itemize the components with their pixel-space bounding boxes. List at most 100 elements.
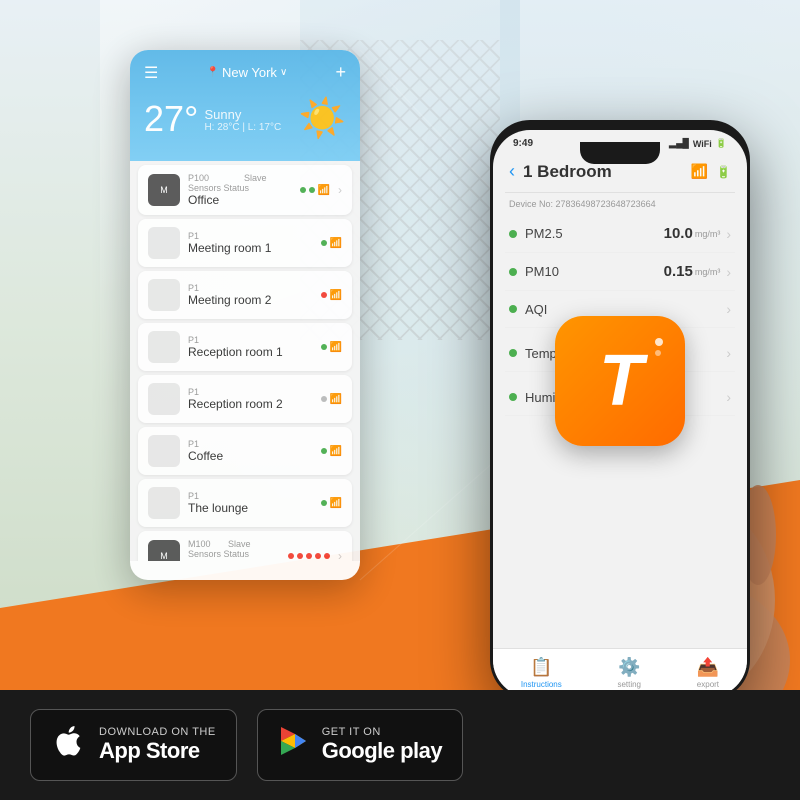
item-meta: P1 — [188, 491, 313, 501]
location-label: 📍 New York ∨ — [207, 65, 288, 80]
wifi-icon: 📶 — [330, 498, 342, 509]
weather-display: 27° Sunny H: 28°C | L: 17°C ☀️ — [144, 93, 346, 145]
room-name: Meeting room 1 — [188, 241, 313, 255]
list-item-home[interactable]: M M100 Slave Sensors Status Home › — [138, 531, 352, 561]
app-logo: T — [555, 316, 685, 446]
weather-range: H: 28°C | L: 17°C — [204, 122, 281, 133]
status-dot — [321, 396, 327, 402]
logo-dots — [655, 338, 663, 356]
sensor-pm25[interactable]: PM2.5 10.0 mg/m³ › — [505, 215, 735, 253]
item-meta: P1 — [188, 387, 313, 397]
add-icon: + — [335, 62, 346, 83]
status-dot-2 — [309, 187, 315, 193]
logo-section: T AQI › Temper... › — [505, 291, 735, 471]
item-meta: P1 — [188, 335, 313, 345]
device-icon — [148, 227, 180, 259]
status-dot — [321, 292, 327, 298]
left-phone-mockup: ☰ 📍 New York ∨ + 27° Sunny H: 28°C | L: … — [130, 50, 360, 580]
logo-dot-2 — [655, 350, 661, 356]
settings-icon: ⚙️ — [618, 657, 640, 678]
device-icon: M — [148, 174, 180, 206]
room-name: The lounge — [188, 501, 313, 515]
item-meta: P100 Slave Sensors Status — [188, 173, 292, 193]
temperature: 27° — [144, 101, 198, 137]
signal-icon: ▂▄█ — [669, 138, 689, 149]
list-item-meeting2[interactable]: P1 Meeting room 2 📶 — [138, 271, 352, 319]
sensor-unit: mg/m³ — [695, 267, 721, 277]
status-dot — [321, 344, 327, 350]
room-name: Coffee — [188, 449, 313, 463]
item-meta: P1 — [188, 231, 313, 241]
nav-label: export — [697, 680, 719, 689]
sensor-label: PM10 — [525, 264, 664, 279]
appstore-badge[interactable]: Download on the App Store — [30, 709, 237, 781]
device-icon — [148, 383, 180, 415]
status-dot — [321, 500, 327, 506]
wifi-status-icon: WiFi — [693, 139, 712, 149]
wifi-icon: 📶 — [330, 290, 342, 301]
nav-label: setting — [617, 680, 641, 689]
nav-label: Instructions — [521, 680, 562, 689]
room-list: M P100 Slave Sensors Status Office 📶 › P… — [130, 161, 360, 561]
nav-export[interactable]: 📤 export — [697, 657, 719, 689]
nav-setting[interactable]: ⚙️ setting — [617, 657, 641, 689]
googleplay-big-text: Google play — [322, 738, 442, 764]
room-name: Office — [188, 193, 292, 207]
logo-dot-1 — [655, 338, 663, 346]
appstore-big-text: App Store — [99, 738, 216, 764]
wifi-indicator: 📶 — [691, 163, 708, 180]
list-item-coffee[interactable]: P1 Coffee 📶 — [138, 427, 352, 475]
weather-condition: Sunny — [204, 107, 281, 122]
room-name: Meeting room 2 — [188, 293, 313, 307]
bottom-store-bar: Download on the App Store GET IT ON Goog… — [0, 690, 800, 800]
right-phone-screen: 9:49 ▂▄█ WiFi 🔋 ‹ 1 Bedroom 📶 🔋 Device N… — [493, 130, 747, 697]
screen-content: ‹ 1 Bedroom 📶 🔋 Device No: 2783649872364… — [493, 153, 747, 471]
wifi-icon: 📶 — [330, 342, 342, 353]
phone-topbar: ☰ 📍 New York ∨ + — [144, 62, 346, 83]
device-icon — [148, 331, 180, 363]
sensor-unit: mg/m³ — [695, 229, 721, 239]
status-dot — [321, 448, 327, 454]
battery-icon: 🔋 — [716, 138, 727, 149]
instructions-icon: 📋 — [530, 657, 552, 678]
weather-icon: ☀️ — [299, 97, 346, 141]
room-name: Home — [188, 559, 280, 561]
status-indicators: 📶 — [321, 342, 342, 353]
status-indicators: 📶 — [321, 498, 342, 509]
back-button[interactable]: ‹ — [509, 161, 515, 182]
list-item-lounge[interactable]: P1 The lounge 📶 — [138, 479, 352, 527]
right-phone-frame: 9:49 ▂▄█ WiFi 🔋 ‹ 1 Bedroom 📶 🔋 Device N… — [490, 120, 750, 700]
wifi-icon: 📶 — [330, 446, 342, 457]
nav-instructions[interactable]: 📋 Instructions — [521, 657, 562, 689]
screen-title: 1 Bedroom — [523, 162, 683, 182]
sensor-indicator — [509, 393, 517, 401]
battery-indicator: 🔋 — [716, 165, 731, 179]
logo-letter: T — [599, 340, 641, 422]
chevron-icon: › — [338, 549, 342, 561]
list-item-meeting1[interactable]: P1 Meeting room 1 📶 — [138, 219, 352, 267]
sensor-value: 10.0 — [664, 225, 693, 242]
list-item-office[interactable]: M P100 Slave Sensors Status Office 📶 › — [138, 165, 352, 215]
status-indicators — [288, 553, 330, 559]
sensor-label: PM2.5 — [525, 226, 664, 241]
status-dot-1 — [300, 187, 306, 193]
sensor-label: AQI — [525, 302, 726, 317]
google-play-icon — [278, 725, 310, 765]
status-indicators: 📶 — [321, 446, 342, 457]
chevron-icon: › — [726, 264, 731, 280]
device-icon — [148, 435, 180, 467]
list-item-reception1[interactable]: P1 Reception room 1 📶 — [138, 323, 352, 371]
sensor-indicator — [509, 305, 517, 313]
status-indicators: 📶 — [321, 290, 342, 301]
sensor-indicator — [509, 230, 517, 238]
sensor-pm10[interactable]: PM10 0.15 mg/m³ › — [505, 253, 735, 291]
list-item-reception2[interactable]: P1 Reception room 2 📶 — [138, 375, 352, 423]
sensor-indicator — [509, 268, 517, 276]
time-display: 9:49 — [513, 138, 533, 149]
googleplay-badge[interactable]: GET IT ON Google play — [257, 709, 463, 781]
export-icon: 📤 — [697, 657, 719, 678]
phone-notch — [580, 142, 660, 164]
appstore-text: Download on the App Store — [99, 726, 216, 764]
status-dot — [321, 240, 327, 246]
apple-icon — [51, 723, 87, 768]
